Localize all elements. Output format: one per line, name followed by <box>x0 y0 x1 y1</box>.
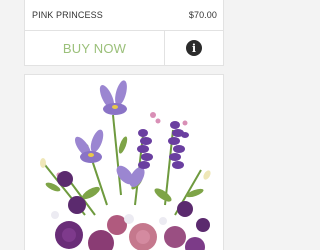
product-page: PINK PRINCESS $70.00 BUY NOW i <box>0 0 250 250</box>
buy-now-button[interactable]: BUY NOW <box>25 31 165 65</box>
info-icon: i <box>186 40 202 56</box>
product-action-row: BUY NOW i <box>25 31 223 65</box>
info-button[interactable]: i <box>165 31 223 65</box>
product-price: $70.00 <box>188 10 217 20</box>
product-name-row: PINK PRINCESS $70.00 <box>25 0 223 31</box>
product-name: PINK PRINCESS <box>32 10 103 20</box>
flower-arrangement-image <box>25 75 223 250</box>
product-image-card[interactable] <box>24 74 224 250</box>
product-header-card: PINK PRINCESS $70.00 BUY NOW i <box>24 0 224 66</box>
